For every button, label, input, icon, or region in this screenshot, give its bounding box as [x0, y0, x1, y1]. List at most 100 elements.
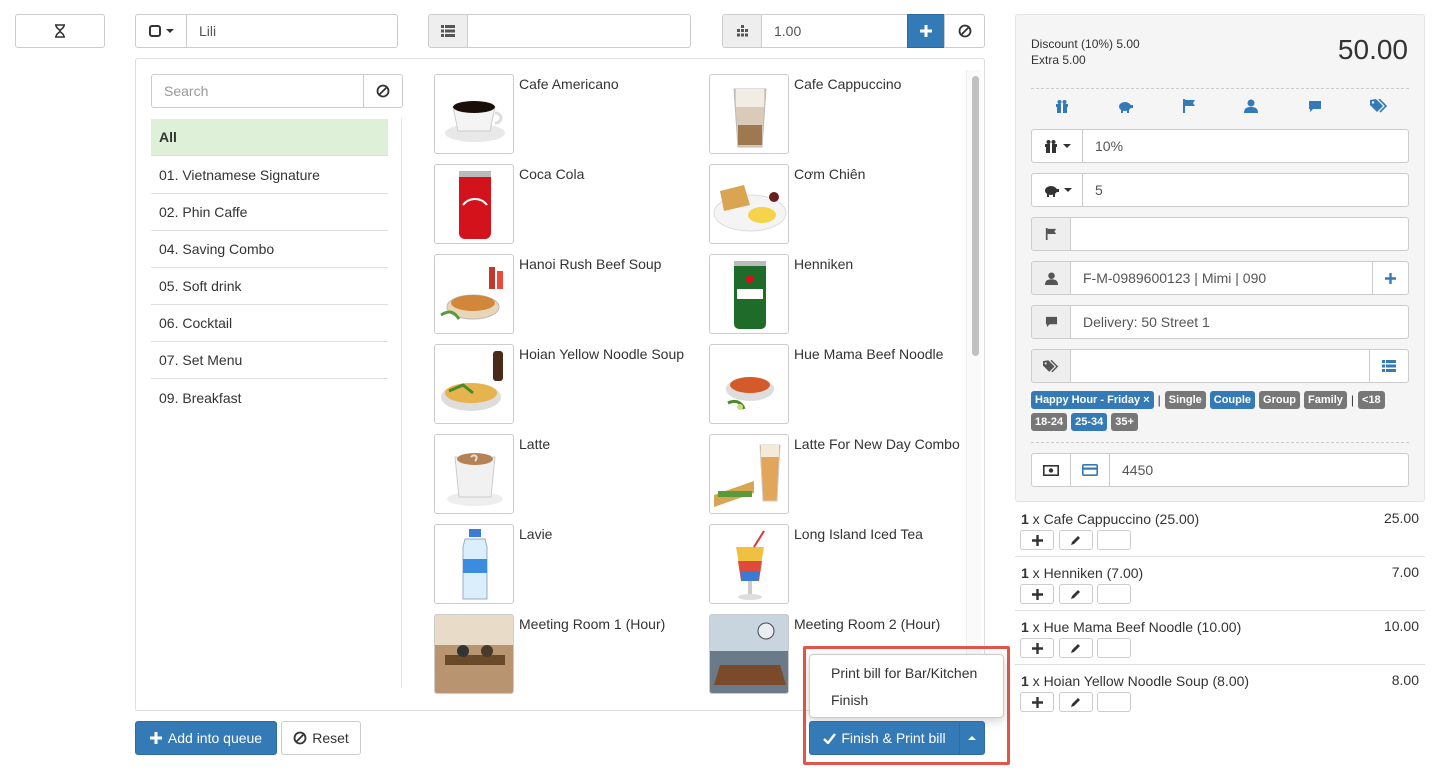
product-image-latte-combo[interactable]	[709, 434, 789, 514]
product-image-henniken[interactable]	[709, 254, 789, 334]
product-image-com-chien[interactable]	[709, 164, 789, 244]
product-name[interactable]: Long Island Iced Tea	[794, 524, 964, 544]
cash-payment-button[interactable]	[1031, 453, 1071, 487]
product-name[interactable]: Hanoi Rush Beef Soup	[519, 254, 689, 274]
customer-addon	[1031, 261, 1071, 295]
flag-input[interactable]	[1070, 217, 1409, 251]
product-name[interactable]: Hoian Yellow Noodle Soup	[519, 344, 689, 364]
extra-type-dropdown[interactable]	[1031, 173, 1083, 207]
product-image-hue-beef-noodle[interactable]	[709, 344, 789, 424]
table-input[interactable]	[467, 14, 691, 48]
tag-chip[interactable]: <18	[1358, 391, 1385, 409]
add-quantity-button[interactable]	[907, 14, 945, 48]
tag-chip[interactable]: 25-34	[1071, 413, 1108, 431]
tag-chip[interactable]: 35+	[1111, 413, 1138, 431]
menu-item-finish[interactable]: Finish	[831, 692, 868, 708]
category-item[interactable]: 02. Phin Caffe	[151, 194, 388, 231]
customer-info-input[interactable]: F-M-0989600123 | Mimi | 090	[1070, 261, 1373, 295]
extra-input[interactable]: 5	[1082, 173, 1409, 207]
edit-item-button[interactable]	[1059, 692, 1093, 712]
increase-qty-button[interactable]	[1020, 638, 1054, 658]
tag-chip[interactable]: Group	[1259, 391, 1301, 409]
product-image-latte[interactable]	[434, 434, 514, 514]
discount-input[interactable]: 10%	[1082, 129, 1409, 163]
finish-dropdown-toggle[interactable]	[959, 721, 985, 755]
trash-icon	[1108, 696, 1120, 708]
product-scrollbar-thumb[interactable]	[972, 76, 979, 356]
product-image-hoian-noodle[interactable]	[434, 344, 514, 424]
category-item[interactable]: 07. Set Menu	[151, 342, 388, 379]
product-name[interactable]: Coca Cola	[519, 164, 689, 184]
edit-item-button[interactable]	[1059, 584, 1093, 604]
delete-item-button[interactable]	[1097, 638, 1131, 658]
product-image-americano[interactable]	[434, 74, 514, 154]
customer-input[interactable]: Lili	[186, 14, 398, 48]
tag-chip[interactable]: Single	[1164, 391, 1206, 409]
product-image-meeting-room-1[interactable]	[434, 614, 514, 694]
tags-list-button[interactable]	[1369, 349, 1409, 383]
category-item[interactable]: 09. Breakfast	[151, 379, 388, 416]
note-input[interactable]: Delivery: 50 Street 1	[1070, 305, 1409, 339]
menu-item-print-bar-kitchen[interactable]: Print bill for Bar/Kitchen	[831, 665, 977, 681]
tag-chip[interactable]: Couple	[1209, 391, 1256, 409]
delete-item-button[interactable]	[1097, 584, 1131, 604]
add-customer-button[interactable]	[1372, 261, 1409, 295]
delete-item-button[interactable]	[1097, 692, 1131, 712]
card-payment-button[interactable]	[1070, 453, 1110, 487]
increase-qty-button[interactable]	[1020, 692, 1054, 712]
category-item[interactable]: 01. Vietnamese Signature	[151, 157, 388, 194]
delete-item-button[interactable]	[1097, 530, 1131, 550]
edit-item-button[interactable]	[1059, 638, 1093, 658]
product-image-long-island[interactable]	[709, 524, 789, 604]
payment-input[interactable]: 4450	[1109, 453, 1409, 487]
tags-input[interactable]	[1070, 349, 1370, 383]
reset-button[interactable]: Reset	[281, 721, 361, 755]
increase-qty-button[interactable]	[1020, 584, 1054, 604]
gift-icon[interactable]	[1055, 99, 1069, 116]
tags-icon[interactable]	[1370, 98, 1388, 116]
flag-icon[interactable]	[1182, 99, 1196, 116]
trash-icon	[1108, 534, 1120, 546]
search-input[interactable]: Search	[151, 74, 364, 108]
finish-print-bill-button[interactable]: Finish & Print bill	[809, 721, 960, 755]
category-item[interactable]: 06. Cocktail	[151, 305, 388, 342]
product-name[interactable]: Cafe Americano	[519, 74, 689, 94]
tag-chip[interactable]: 18-24	[1031, 413, 1068, 431]
edit-item-button[interactable]	[1059, 530, 1093, 550]
product-name[interactable]: Latte For New Day Combo	[794, 434, 964, 454]
quantity-input[interactable]: 1.00	[761, 14, 908, 48]
product-image-lavie[interactable]	[434, 524, 514, 604]
product-image-hanoi-beef-soup[interactable]	[434, 254, 514, 334]
category-item[interactable]: 04. Saving Combo	[151, 231, 388, 268]
pencil-icon	[1071, 644, 1080, 653]
discount-type-dropdown[interactable]	[1031, 129, 1083, 163]
increase-qty-button[interactable]	[1020, 530, 1054, 550]
ban-icon	[958, 24, 971, 38]
product-name[interactable]: Hue Mama Beef Noodle	[794, 344, 964, 364]
customer-type-dropdown[interactable]	[135, 14, 187, 48]
piggy-bank-icon[interactable]	[1117, 99, 1133, 116]
clear-search-button[interactable]	[363, 74, 403, 108]
product-name[interactable]: Meeting Room 1 (Hour)	[519, 614, 689, 634]
category-item[interactable]: 05. Soft drink	[151, 268, 388, 305]
product-name[interactable]: Meeting Room 2 (Hour)	[794, 614, 964, 634]
category-item[interactable]: All	[151, 119, 388, 156]
user-icon[interactable]	[1244, 99, 1258, 116]
tag-chip[interactable]: Happy Hour - Friday ×	[1031, 391, 1154, 409]
table-list-addon[interactable]	[428, 14, 468, 48]
clear-quantity-button[interactable]	[944, 14, 985, 48]
add-into-queue-button[interactable]: Add into queue	[135, 721, 277, 755]
product-name[interactable]: Henniken	[794, 254, 964, 274]
product-image-meeting-room-2[interactable]	[709, 614, 789, 694]
product-name[interactable]: Latte	[519, 434, 689, 454]
product-name[interactable]: Cơm Chiên	[794, 164, 964, 184]
product-image-cappuccino[interactable]	[709, 74, 789, 154]
check-icon	[823, 732, 837, 744]
product-name[interactable]: Lavie	[519, 524, 689, 544]
timer-button[interactable]	[15, 14, 105, 48]
plus-icon	[1031, 534, 1043, 546]
comment-icon[interactable]	[1308, 100, 1322, 116]
product-name[interactable]: Cafe Cappuccino	[794, 74, 964, 94]
product-image-coca-cola[interactable]	[434, 164, 514, 244]
tag-chip[interactable]: Family	[1304, 391, 1347, 409]
